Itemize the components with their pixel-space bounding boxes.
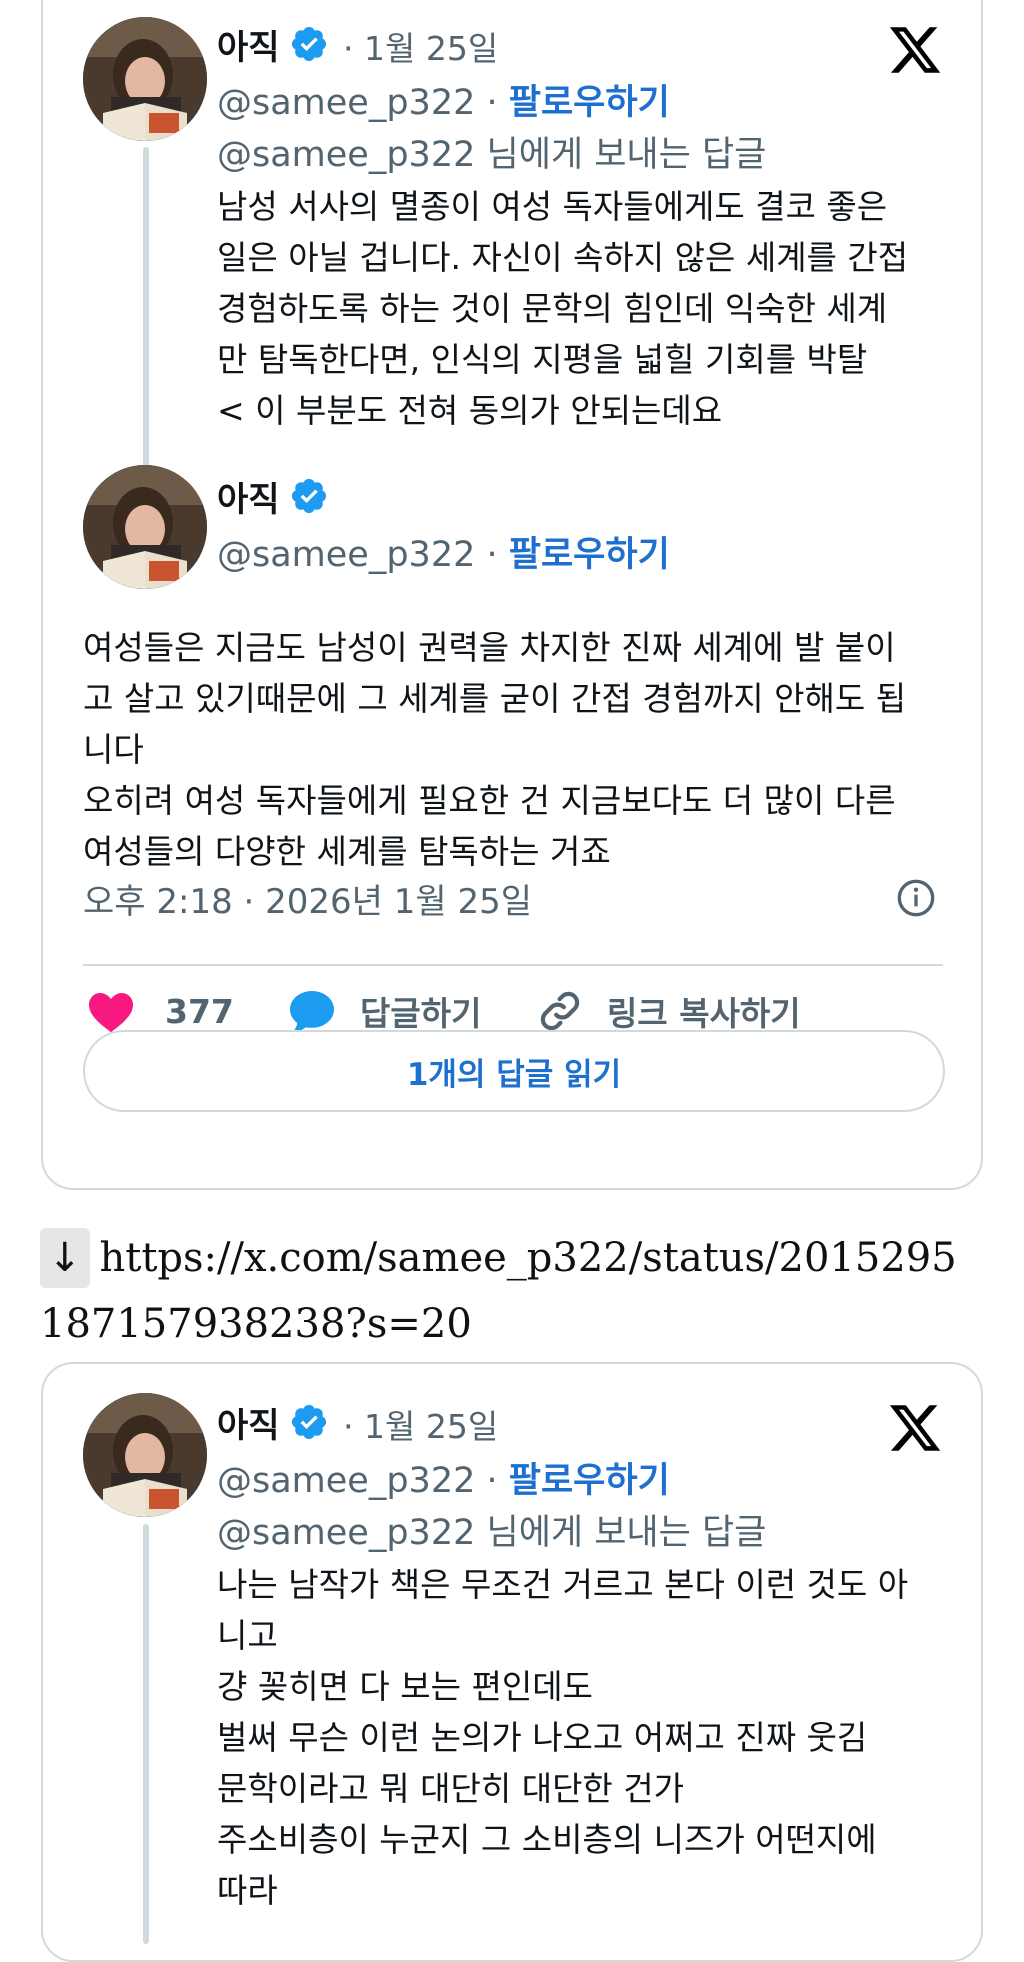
verified-badge-icon — [291, 26, 327, 62]
speech-bubble-icon — [290, 991, 334, 1032]
follow-button[interactable]: 팔로우하기 — [509, 83, 670, 123]
divider — [83, 964, 943, 966]
handle-row: @samee_p322 · 팔로우하기 — [217, 1452, 670, 1503]
x-logo-icon[interactable] — [887, 1400, 943, 1456]
x-logo-icon[interactable] — [887, 22, 943, 78]
copy-link-button[interactable]: 링크 복사하기 — [537, 986, 801, 1036]
separator: · — [475, 535, 509, 575]
thread-line — [143, 1524, 149, 1944]
like-button[interactable]: 377 — [87, 986, 234, 1036]
link-line-2[interactable]: 187157938238?s=20 — [40, 1294, 472, 1354]
tweet-date[interactable]: · 1월 25일 — [343, 1400, 498, 1448]
author-handle[interactable]: @samee_p322 — [217, 1461, 475, 1501]
main-tweet-text: 여성들은 지금도 남성이 권력을 차지한 진짜 세계에 발 붙이 고 살고 있기… — [83, 628, 907, 871]
main-author-avatar[interactable] — [83, 465, 207, 589]
reply-label: 답글하기 — [360, 994, 482, 1033]
tweet-card-1: 아직 · 1월 25일 @samee_p322 · 팔로우하기 @samee_p… — [41, 0, 983, 1190]
main-author-handle[interactable]: @samee_p322 — [217, 535, 475, 575]
main-author-name[interactable]: 아직 — [217, 472, 280, 521]
parent-tweet-text: 남성 서사의 멸종이 여성 독자들에게도 결코 좋은 일은 아닐 겁니다. 자신… — [217, 187, 909, 430]
reply-to-label[interactable]: @samee_p322 님에게 보내는 답글 — [217, 1504, 766, 1555]
avatar-image — [83, 17, 207, 141]
link-url-part-1[interactable]: https://x.com/samee_p322/status/2015295 — [100, 1235, 957, 1281]
link-line-1[interactable]: ↓ https://x.com/samee_p322/status/2015295 — [40, 1228, 957, 1288]
author-name[interactable]: 아직 — [217, 1398, 280, 1447]
read-replies-button[interactable]: 1개의 답글 읽기 — [83, 1030, 945, 1112]
reply-button[interactable]: 답글하기 — [288, 986, 481, 1036]
verified-badge-icon — [291, 478, 327, 514]
author-handle[interactable]: @samee_p322 — [217, 83, 475, 123]
avatar-image — [83, 1393, 207, 1517]
tweet-card-2: 아직 · 1월 25일 @samee_p322 · 팔로우하기 @samee_p… — [41, 1362, 983, 1962]
main-handle-row: @samee_p322 · 팔로우하기 — [217, 526, 670, 577]
tweet-text: 나는 남작가 책은 무조건 거르고 본다 이런 것도 아 니고 걍 꽂히면 다 … — [217, 1565, 909, 1910]
reply-to-label[interactable]: @samee_p322 님에게 보내는 답글 — [217, 126, 766, 177]
follow-button[interactable]: 팔로우하기 — [509, 1461, 670, 1501]
info-icon[interactable] — [896, 878, 936, 918]
avatar-image — [83, 465, 207, 589]
copy-link-label: 링크 복사하기 — [607, 994, 801, 1033]
author-avatar[interactable] — [83, 1393, 207, 1517]
link-icon — [540, 991, 580, 1031]
author-avatar[interactable] — [83, 17, 207, 141]
main-follow-button[interactable]: 팔로우하기 — [509, 535, 670, 575]
handle-row: @samee_p322 · 팔로우하기 — [217, 74, 670, 125]
separator: · — [475, 1461, 509, 1501]
verified-badge-icon — [291, 1404, 327, 1440]
heart-icon — [89, 993, 133, 1033]
author-name[interactable]: 아직 — [217, 20, 280, 69]
like-count: 377 — [165, 991, 234, 1031]
thread-line — [143, 147, 149, 467]
separator: · — [475, 83, 509, 123]
down-arrow-icon: ↓ — [40, 1228, 90, 1288]
tweet-date[interactable]: · 1월 25일 — [343, 22, 498, 70]
tweet-timestamp[interactable]: 오후 2:18 · 2026년 1월 25일 — [83, 874, 532, 923]
